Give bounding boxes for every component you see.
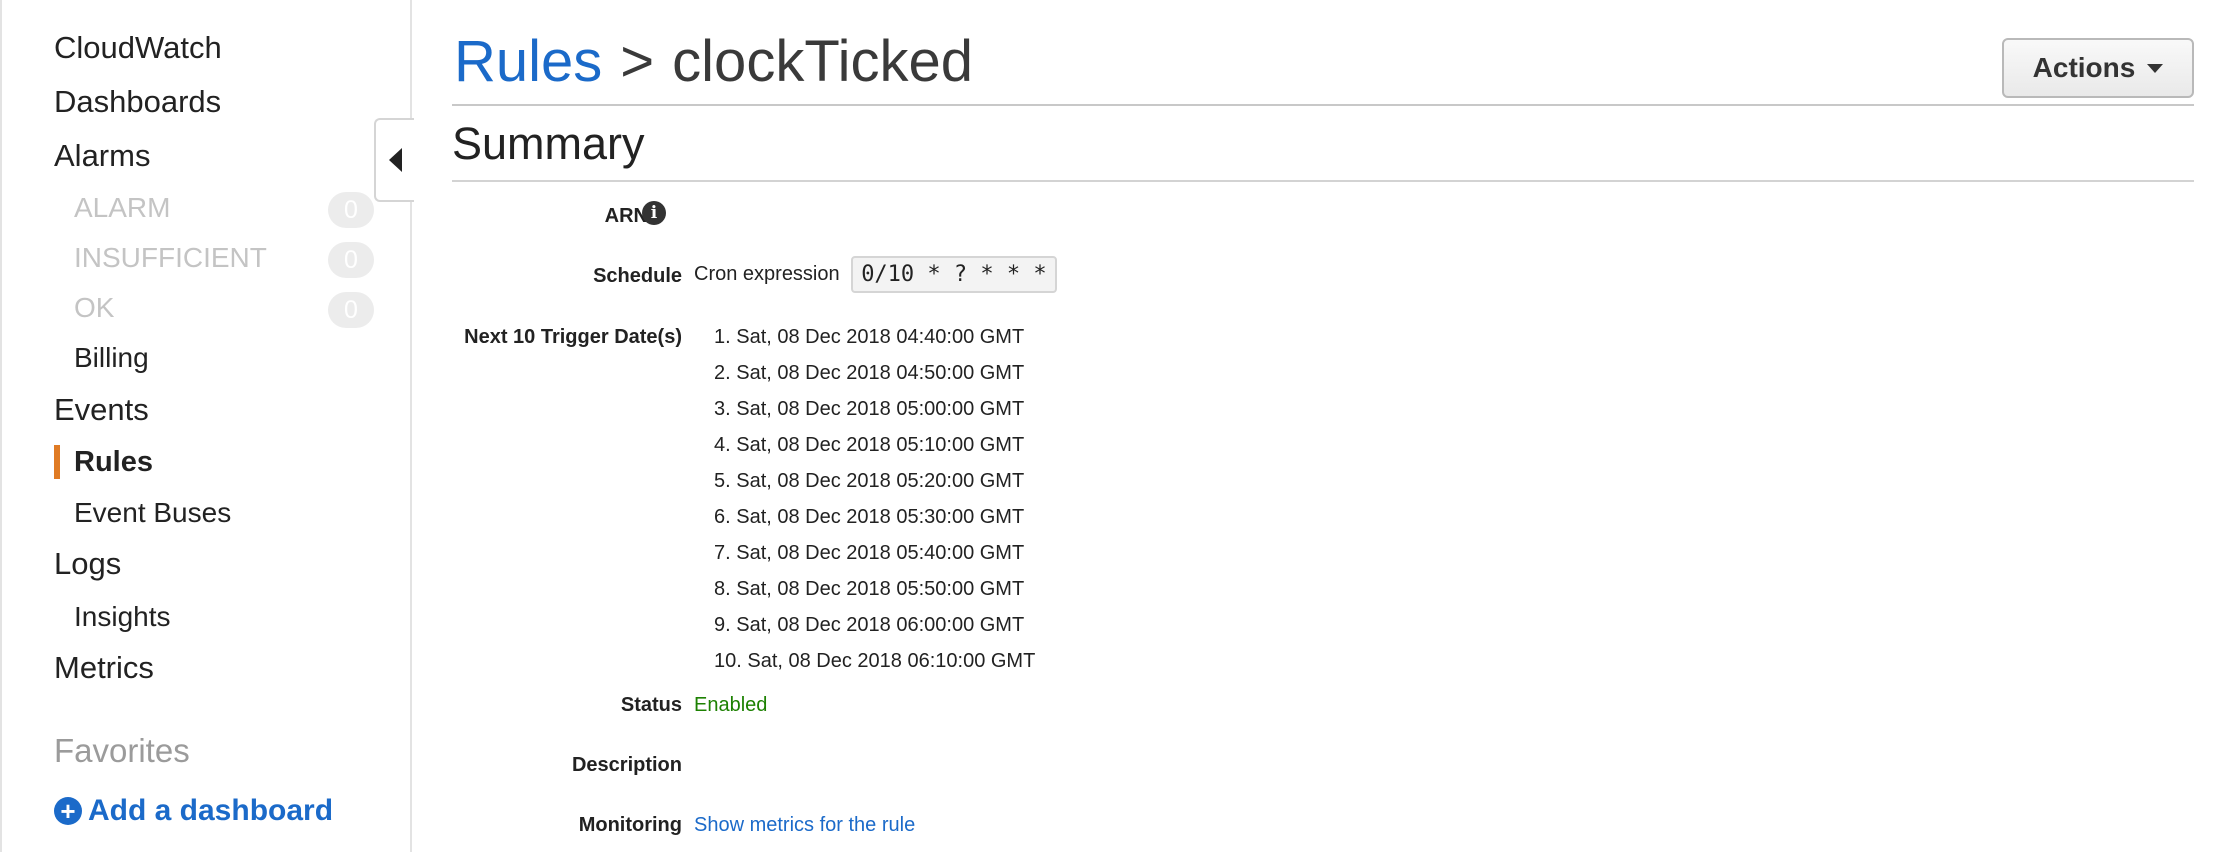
sidebar: CloudWatch Dashboards Alarms ALARM 0 INS… [0, 0, 412, 852]
add-dashboard-link[interactable]: + Add a dashboard [54, 794, 333, 828]
caret-down-icon [2147, 63, 2164, 73]
sidebar-item-ok[interactable]: OK [74, 292, 114, 324]
trigger-date-item: 10. Sat, 08 Dec 2018 06:10:00 GMT [714, 650, 1036, 672]
alarm-count-badge: 0 [328, 192, 374, 228]
trigger-date-item: 2. Sat, 08 Dec 2018 04:50:00 GMT [714, 362, 1025, 384]
info-icon[interactable]: i [642, 201, 666, 225]
title-divider [452, 104, 2194, 106]
status-label: Status [620, 694, 682, 716]
sidebar-item-metrics[interactable]: Metrics [54, 650, 154, 686]
sidebar-item-cloudwatch[interactable]: CloudWatch [54, 30, 222, 66]
schedule-label: Schedule [593, 265, 682, 287]
sidebar-item-event-buses[interactable]: Event Buses [74, 497, 231, 529]
trigger-date-item: 1. Sat, 08 Dec 2018 04:40:00 GMT [714, 326, 1025, 348]
status-value: Enabled [694, 694, 768, 716]
sidebar-item-insufficient[interactable]: INSUFFICIENT [74, 242, 267, 274]
trigger-dates-label: Next 10 Trigger Date(s) [464, 326, 682, 348]
sidebar-item-billing[interactable]: Billing [74, 342, 149, 374]
trigger-date-item: 6. Sat, 08 Dec 2018 05:30:00 GMT [714, 506, 1025, 528]
summary-heading: Summary [452, 118, 645, 169]
schedule-value: Cron expression 0/10 * ? * * * [694, 256, 1057, 293]
schedule-prefix: Cron expression [694, 262, 840, 285]
sidebar-item-dashboards[interactable]: Dashboards [54, 84, 221, 120]
trigger-date-item: 9. Sat, 08 Dec 2018 06:00:00 GMT [714, 614, 1025, 636]
collapse-sidebar-button[interactable] [374, 118, 414, 202]
breadcrumb-separator: > [620, 29, 655, 94]
sidebar-item-insights[interactable]: Insights [74, 601, 171, 633]
breadcrumb: Rules > clockTicked [454, 28, 973, 95]
description-label: Description [571, 754, 682, 776]
sidebar-item-events[interactable]: Events [54, 392, 149, 428]
plus-circle-icon: + [54, 797, 82, 825]
actions-button[interactable]: Actions [2002, 38, 2194, 98]
active-indicator [54, 445, 60, 479]
show-metrics-link[interactable]: Show metrics for the rule [694, 814, 915, 837]
caret-left-icon [388, 148, 402, 172]
actions-label: Actions [2032, 52, 2136, 83]
sidebar-item-logs[interactable]: Logs [54, 546, 121, 582]
main-content: Rules > clockTicked Actions Summary ARN … [452, 0, 2228, 852]
trigger-date-item: 4. Sat, 08 Dec 2018 05:10:00 GMT [714, 434, 1025, 456]
insufficient-count-badge: 0 [328, 242, 374, 278]
trigger-dates-list: 1. Sat, 08 Dec 2018 04:40:00 GMT 2. Sat,… [714, 323, 1035, 683]
monitoring-label: Monitoring [578, 814, 682, 836]
trigger-date-item: 7. Sat, 08 Dec 2018 05:40:00 GMT [714, 542, 1025, 564]
summary-divider [452, 180, 2194, 182]
page-title: clockTicked [672, 29, 973, 94]
breadcrumb-rules-link[interactable]: Rules [454, 28, 602, 95]
favorites-heading: Favorites [54, 732, 190, 769]
trigger-date-item: 3. Sat, 08 Dec 2018 05:00:00 GMT [714, 398, 1025, 420]
ok-count-badge: 0 [328, 292, 374, 328]
arn-label: ARN [604, 205, 648, 227]
sidebar-item-rules[interactable]: Rules [74, 446, 153, 479]
sidebar-item-alarm[interactable]: ALARM [74, 192, 170, 224]
trigger-date-item: 5. Sat, 08 Dec 2018 05:20:00 GMT [714, 470, 1025, 492]
cron-expression: 0/10 * ? * * * [851, 256, 1057, 293]
sidebar-item-alarms[interactable]: Alarms [54, 138, 150, 174]
trigger-date-item: 8. Sat, 08 Dec 2018 05:50:00 GMT [714, 578, 1025, 600]
add-dashboard-label: Add a dashboard [88, 794, 334, 827]
